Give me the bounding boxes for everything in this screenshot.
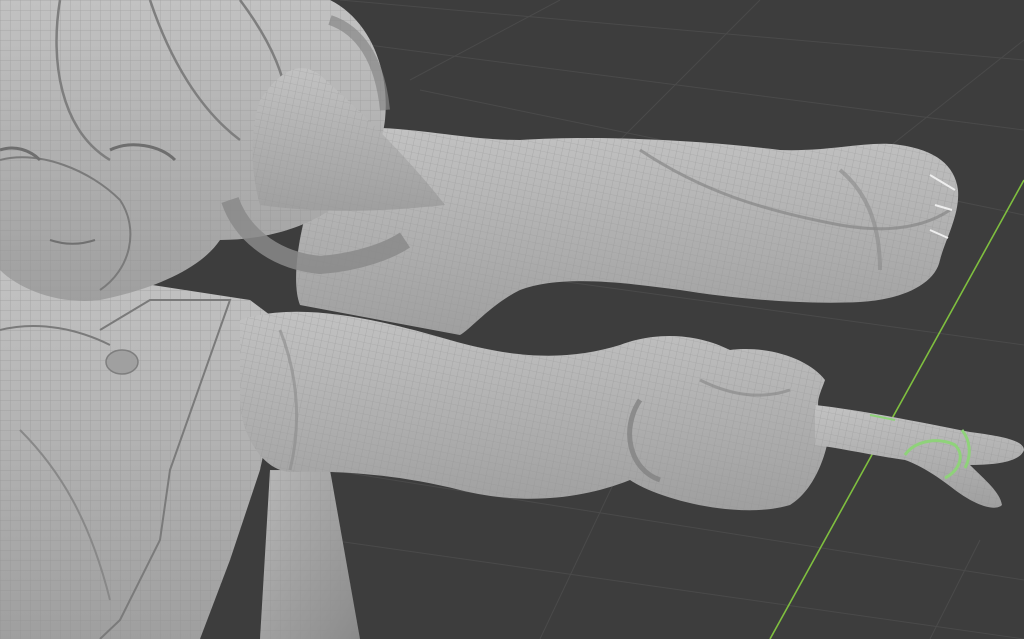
extended-finger-mesh[interactable]	[815, 405, 1024, 508]
viewport-canvas[interactable]	[0, 0, 1024, 639]
3d-viewport[interactable]	[0, 0, 1024, 639]
